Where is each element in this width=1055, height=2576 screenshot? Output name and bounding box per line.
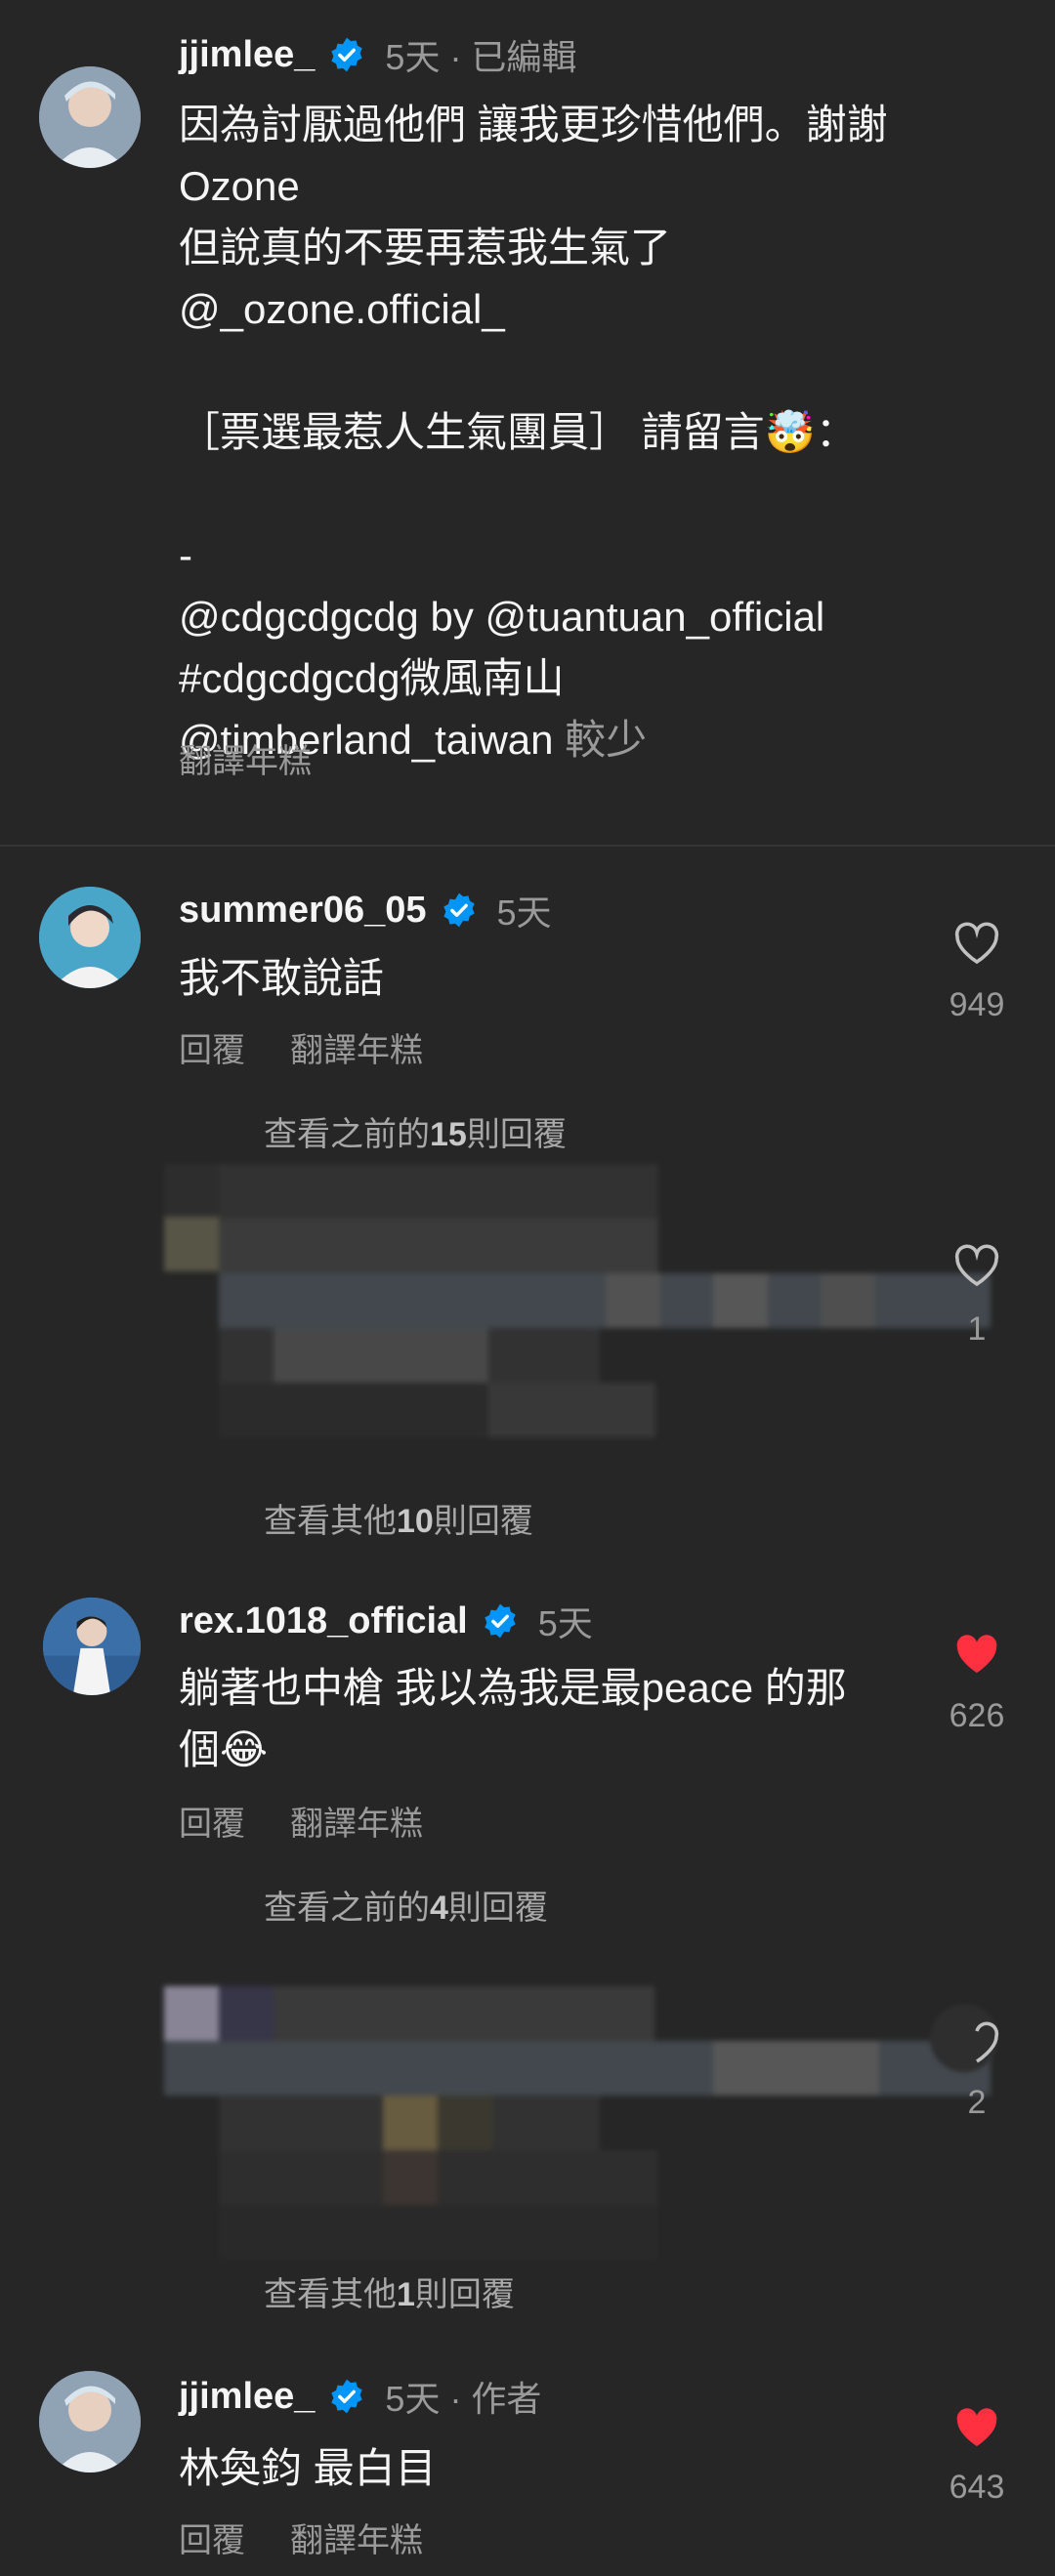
caption-translate-link[interactable]: 翻譯年糕	[179, 734, 312, 782]
verified-badge-icon	[443, 893, 475, 928]
avatar-image	[39, 2371, 141, 2472]
caption-avatar[interactable]	[39, 66, 141, 168]
avatar-image	[43, 1598, 141, 1695]
heart-outline-icon	[954, 922, 999, 965]
view-previous-replies[interactable]: 查看之前的15則回覆	[264, 1107, 567, 1155]
like-button[interactable]	[953, 1633, 1000, 1681]
verified-badge-icon	[331, 2379, 363, 2414]
comment-line: 個😂	[179, 1726, 269, 1772]
comment-text: 躺著也中槍 我以為我是最peace 的那 個😂	[179, 1657, 847, 1780]
view-previous-replies[interactable]: 查看之前的4則回覆	[264, 1881, 548, 1929]
caption-line[interactable]: @cdgcdgcdg by @tuantuan_official	[179, 586, 888, 647]
comment-text: 我不敢說話	[179, 947, 384, 1009]
blurred-reply	[107, 1164, 991, 1447]
comment-avatar[interactable]	[43, 1598, 141, 1695]
comment-text: 林奐鈞 最白目	[179, 2437, 437, 2499]
view-more-replies[interactable]: 查看其他10則回覆	[264, 1494, 533, 1542]
like-count: 2	[967, 2084, 987, 2121]
translate-link[interactable]: 翻譯年糕	[290, 1023, 423, 1071]
reply-button[interactable]: 回覆	[179, 1023, 245, 1071]
caption-meta: 5天 · 已編輯	[385, 37, 577, 77]
avatar-image	[39, 887, 141, 988]
caption-line: 因為討厭過他們 讓我更珍惜他們。謝謝	[179, 102, 888, 147]
show-less-link[interactable]: 較少	[565, 717, 647, 763]
like-count: 643	[949, 2469, 1005, 2506]
heart-outline-icon	[975, 2021, 999, 2063]
caption-line: Ozone	[179, 163, 300, 209]
comment-username[interactable]: rex.1018_official	[179, 1600, 468, 1642]
like-button[interactable]	[953, 2021, 1000, 2069]
caption-mention[interactable]: @_ozone.official_	[179, 278, 888, 340]
like-count: 626	[949, 1697, 1005, 1734]
comment-avatar[interactable]	[39, 887, 141, 988]
heart-filled-icon	[956, 2408, 997, 2446]
comment-line: 林奐鈞 最白目	[179, 2445, 437, 2491]
verified-badge-icon	[485, 1603, 516, 1639]
comment-line: 躺著也中槍 我以為我是最peace 的那	[179, 1665, 847, 1711]
comment-time: 5天	[496, 893, 552, 933]
reply-button[interactable]: 回覆	[179, 1797, 245, 1845]
reply-button[interactable]: 回覆	[179, 2514, 245, 2561]
caption-line: -	[179, 532, 192, 578]
avatar-image	[39, 66, 141, 168]
caption-username[interactable]: jjimlee_	[179, 34, 315, 76]
comment-avatar[interactable]	[39, 2371, 141, 2472]
translate-link[interactable]: 翻譯年糕	[290, 2514, 423, 2561]
comment-username[interactable]: jjimlee_	[179, 2376, 315, 2418]
caption-line: 但說真的不要再惹我生氣了	[179, 225, 672, 270]
verified-badge-icon	[331, 37, 363, 72]
comment-meta: 5天 · 作者	[385, 2379, 542, 2419]
caption-hashtag[interactable]: #cdgcdgcdg微風南山	[179, 647, 888, 709]
heart-outline-icon	[954, 1244, 999, 1287]
comment-time: 5天	[537, 1603, 593, 1643]
like-button[interactable]	[953, 922, 1000, 970]
like-button[interactable]	[953, 1244, 1000, 1292]
caption-line: ［票選最惹人生氣團員］ 請留言🤯：	[179, 409, 857, 455]
view-more-replies[interactable]: 查看其他1則回覆	[264, 2267, 515, 2315]
comment-line: 我不敢說話	[179, 955, 385, 1001]
translate-link[interactable]: 翻譯年糕	[290, 1797, 423, 1845]
divider	[0, 845, 1055, 847]
comment-username[interactable]: summer06_05	[179, 890, 427, 932]
caption-text: 因為討厭過他們 讓我更珍惜他們。謝謝 Ozone 但說真的不要再惹我生氣了 @_…	[179, 94, 888, 770]
blurred-reply	[107, 1986, 991, 2260]
like-count: 949	[949, 986, 1005, 1023]
like-count: 1	[967, 1310, 987, 1348]
like-button[interactable]	[953, 2406, 1000, 2454]
heart-filled-icon	[956, 1635, 997, 1673]
